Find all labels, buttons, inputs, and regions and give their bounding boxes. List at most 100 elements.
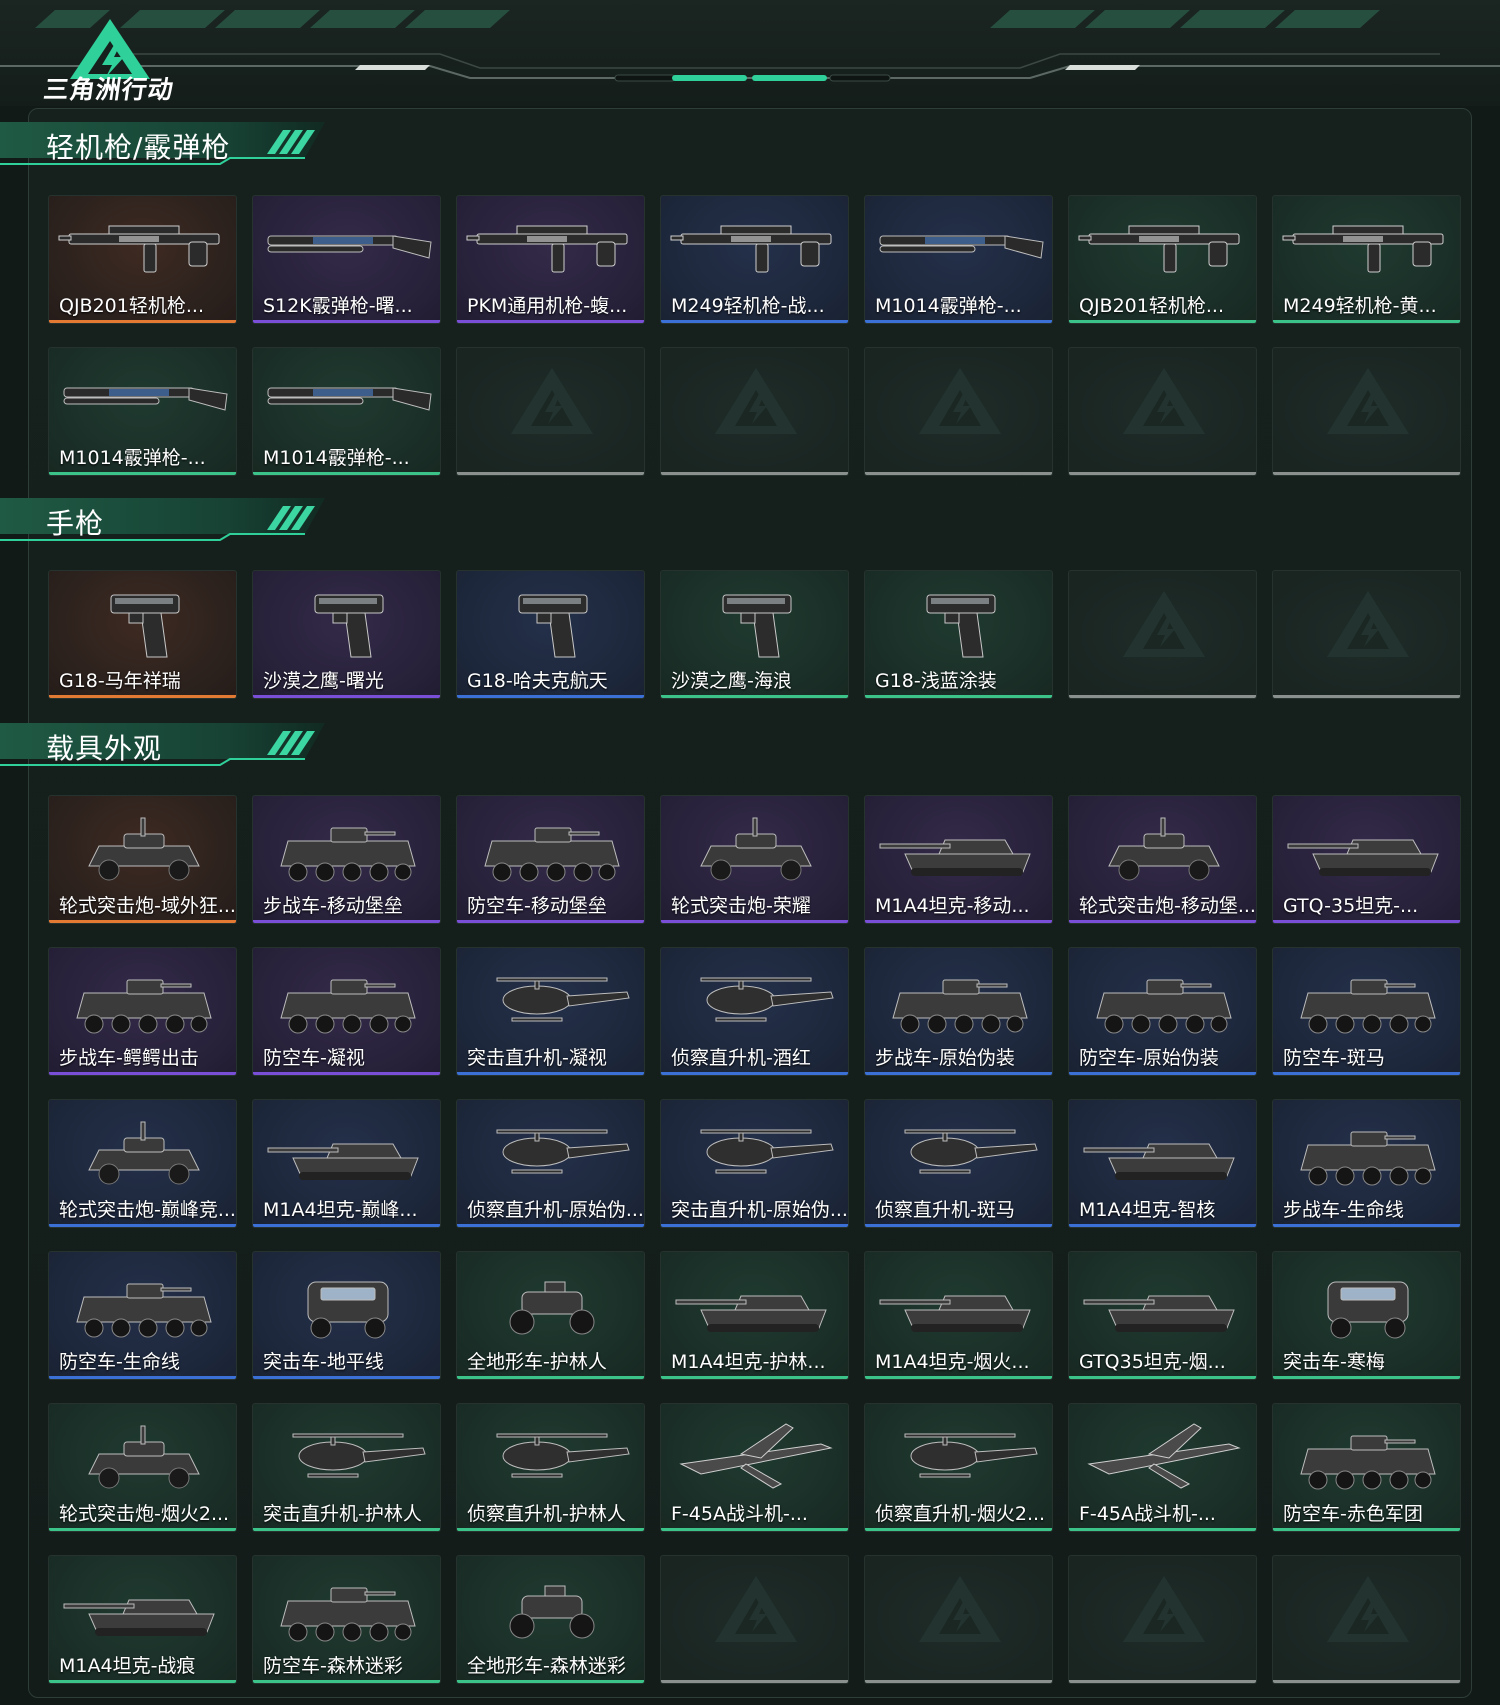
skin-card[interactable]: 侦察直升机-酒红 — [660, 947, 849, 1076]
skin-card[interactable]: 轮式突击炮-域外狂... — [48, 795, 237, 924]
skin-card[interactable]: G18-哈夫克航天 — [456, 570, 645, 699]
rarity-bar — [865, 1528, 1052, 1531]
skin-card[interactable]: 突击车-寒梅 — [1272, 1251, 1461, 1380]
rarity-bar — [253, 1072, 440, 1075]
rarity-bar — [457, 1072, 644, 1075]
rarity-bar — [253, 1376, 440, 1379]
skin-card[interactable]: 突击车-地平线 — [252, 1251, 441, 1380]
skin-card[interactable]: F-45A战斗机-... — [660, 1403, 849, 1532]
skin-card-label: 侦察直升机-原始伪... — [467, 1199, 642, 1221]
lmg-skin-thumbnail — [466, 225, 628, 273]
heli-skin-thumbnail — [700, 977, 834, 1022]
skin-card[interactable]: 轮式突击炮-荣耀 — [660, 795, 849, 924]
skin-card-label: 侦察直升机-护林人 — [467, 1503, 626, 1525]
skin-card-label: M1014霰弹枪-... — [263, 447, 410, 469]
skin-card[interactable]: M1A4坦克-巅峰... — [252, 1099, 441, 1228]
skin-card[interactable]: M1A4坦克-智核 — [1068, 1099, 1257, 1228]
skin-card[interactable]: QJB201轻机枪... — [1068, 195, 1257, 324]
delta-placeholder-icon — [1327, 368, 1409, 434]
rarity-bar — [1273, 1528, 1460, 1531]
skin-card[interactable]: M249轻机枪-战... — [660, 195, 849, 324]
rarity-bar — [253, 1528, 440, 1531]
rarity-bar — [253, 1224, 440, 1227]
rarity-bar — [1069, 1680, 1256, 1683]
skin-card[interactable]: 步战车-鳄鳄出击 — [48, 947, 237, 1076]
skin-card[interactable]: QJB201轻机枪... — [48, 195, 237, 324]
rarity-bar — [253, 1680, 440, 1683]
skin-card-label: G18-哈夫克航天 — [467, 670, 608, 692]
wheeled-skin-thumbnail — [88, 1121, 200, 1185]
shotgun-skin-thumbnail — [267, 387, 432, 411]
skin-card[interactable]: GTQ35坦克-烟... — [1068, 1251, 1257, 1380]
wheeled-skin-thumbnail — [1108, 817, 1220, 881]
skin-card[interactable]: 防空车-原始伪装 — [1068, 947, 1257, 1076]
rarity-bar — [1273, 320, 1460, 323]
rarity-bar — [1273, 1224, 1460, 1227]
skin-card[interactable]: 步战车-生命线 — [1272, 1099, 1461, 1228]
skin-card[interactable]: M249轻机枪-黄... — [1272, 195, 1461, 324]
delta-placeholder-icon — [919, 1576, 1001, 1642]
skin-card[interactable]: 防空车-生命线 — [48, 1251, 237, 1380]
skin-card[interactable]: M1A4坦克-烟火... — [864, 1251, 1053, 1380]
skin-card[interactable]: 轮式突击炮-烟火2... — [48, 1403, 237, 1532]
skin-card[interactable]: G18-马年祥瑞 — [48, 570, 237, 699]
skin-card[interactable]: 突击直升机-原始伪... — [660, 1099, 849, 1228]
skin-card[interactable]: 轮式突击炮-移动堡... — [1068, 795, 1257, 924]
skin-card[interactable]: M1A4坦克-战痕 — [48, 1555, 237, 1684]
skin-card[interactable]: 步战车-移动堡垒 — [252, 795, 441, 924]
skin-card-label: PKM通用机枪-蝮... — [467, 295, 628, 317]
skin-card[interactable]: 侦察直升机-原始伪... — [456, 1099, 645, 1228]
skin-card[interactable]: M1014霰弹枪-... — [252, 347, 441, 476]
skin-card[interactable]: 防空车-斑马 — [1272, 947, 1461, 1076]
rarity-bar — [1273, 1072, 1460, 1075]
skin-card[interactable]: 侦察直升机-斑马 — [864, 1099, 1053, 1228]
skin-card[interactable]: 沙漠之鹰-曙光 — [252, 570, 441, 699]
heli-skin-thumbnail — [904, 1433, 1038, 1478]
skin-card[interactable]: 防空车-赤色军团 — [1272, 1403, 1461, 1532]
skin-card[interactable]: G18-浅蓝涂装 — [864, 570, 1053, 699]
skin-card-label: 突击车-寒梅 — [1283, 1351, 1385, 1373]
skin-card[interactable]: 防空车-凝视 — [252, 947, 441, 1076]
skin-card[interactable]: 防空车-森林迷彩 — [252, 1555, 441, 1684]
skin-card[interactable]: M1014霰弹枪-... — [864, 195, 1053, 324]
ifv-skin-thumbnail — [280, 1587, 416, 1642]
skin-card[interactable]: 全地形车-森林迷彩 — [456, 1555, 645, 1684]
empty-skin-slot — [1272, 347, 1461, 476]
heli-skin-thumbnail — [292, 1433, 426, 1478]
shotgun-skin-thumbnail — [267, 235, 432, 259]
rarity-bar — [661, 1680, 848, 1683]
rarity-bar — [457, 920, 644, 923]
skin-card-label: 侦察直升机-酒红 — [671, 1047, 811, 1069]
skin-card[interactable]: S12K霰弹枪-曙... — [252, 195, 441, 324]
delta-placeholder-icon — [1123, 368, 1205, 434]
heli-skin-thumbnail — [496, 1129, 630, 1174]
skin-card[interactable]: M1014霰弹枪-... — [48, 347, 237, 476]
skin-card[interactable]: 防空车-移动堡垒 — [456, 795, 645, 924]
pistol-skin-thumbnail — [110, 594, 180, 658]
skin-card[interactable]: PKM通用机枪-蝮... — [456, 195, 645, 324]
skin-card-label: 沙漠之鹰-曙光 — [263, 670, 384, 692]
empty-skin-slot — [1068, 347, 1257, 476]
shotgun-skin-thumbnail — [879, 235, 1044, 259]
rarity-bar — [49, 920, 236, 923]
skin-card[interactable]: 步战车-原始伪装 — [864, 947, 1053, 1076]
skin-card[interactable]: 侦察直升机-护林人 — [456, 1403, 645, 1532]
skin-card[interactable]: 突击直升机-护林人 — [252, 1403, 441, 1532]
skin-card-label: M1A4坦克-战痕 — [59, 1655, 196, 1677]
delta-placeholder-icon — [1123, 591, 1205, 657]
rarity-bar — [661, 472, 848, 475]
skin-card[interactable]: M1A4坦克-移动... — [864, 795, 1053, 924]
ifv-skin-thumbnail — [280, 979, 416, 1034]
skin-card[interactable]: M1A4坦克-护林... — [660, 1251, 849, 1380]
skin-card[interactable]: 突击直升机-凝视 — [456, 947, 645, 1076]
skin-card[interactable]: 全地形车-护林人 — [456, 1251, 645, 1380]
skin-card[interactable]: 轮式突击炮-巅峰竞... — [48, 1099, 237, 1228]
heli-skin-thumbnail — [700, 1129, 834, 1174]
rarity-bar — [457, 1528, 644, 1531]
skin-card[interactable]: F-45A战斗机-... — [1068, 1403, 1257, 1532]
pistol-skin-thumbnail — [926, 594, 996, 658]
skin-card[interactable]: 侦察直升机-烟火2... — [864, 1403, 1053, 1532]
skin-card[interactable]: GTQ-35坦克-... — [1272, 795, 1461, 924]
skin-card[interactable]: 沙漠之鹰-海浪 — [660, 570, 849, 699]
skin-card-label: 突击直升机-原始伪... — [671, 1199, 846, 1221]
